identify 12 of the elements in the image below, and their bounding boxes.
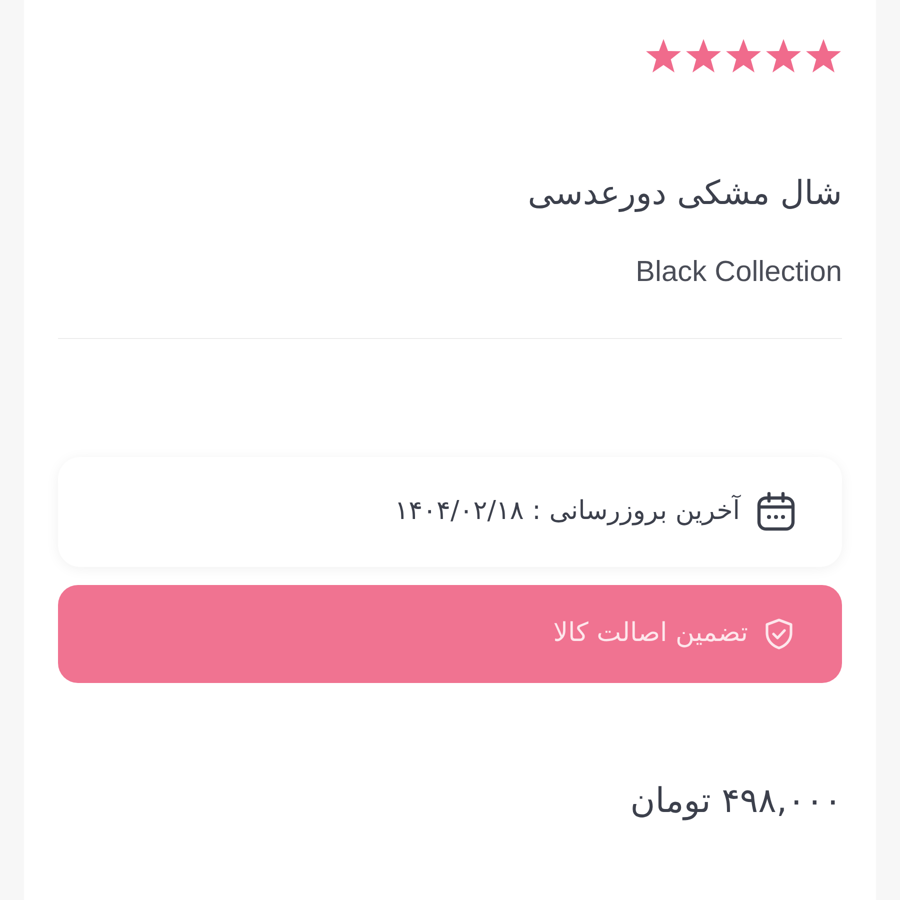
price-text: ۴۹۸,۰۰۰ تومان	[629, 780, 842, 823]
authenticity-guarantee-button[interactable]: تضمین اصالت کالا	[58, 584, 842, 683]
calendar-icon	[756, 492, 796, 532]
filled-star-icon	[765, 38, 802, 74]
last-update-text: آخرین بروزرسانی : ۱۴۰۴/۰۲/۱۸	[394, 494, 740, 528]
filled-star-icon	[805, 38, 842, 74]
filled-star-icon	[645, 38, 682, 74]
filled-star-icon	[685, 38, 722, 74]
collection-name: Black Collection	[634, 254, 842, 290]
filled-star-icon	[725, 38, 762, 74]
product-title: شال مشکی دورعدسی	[526, 172, 842, 214]
shield-check-icon	[764, 618, 794, 650]
